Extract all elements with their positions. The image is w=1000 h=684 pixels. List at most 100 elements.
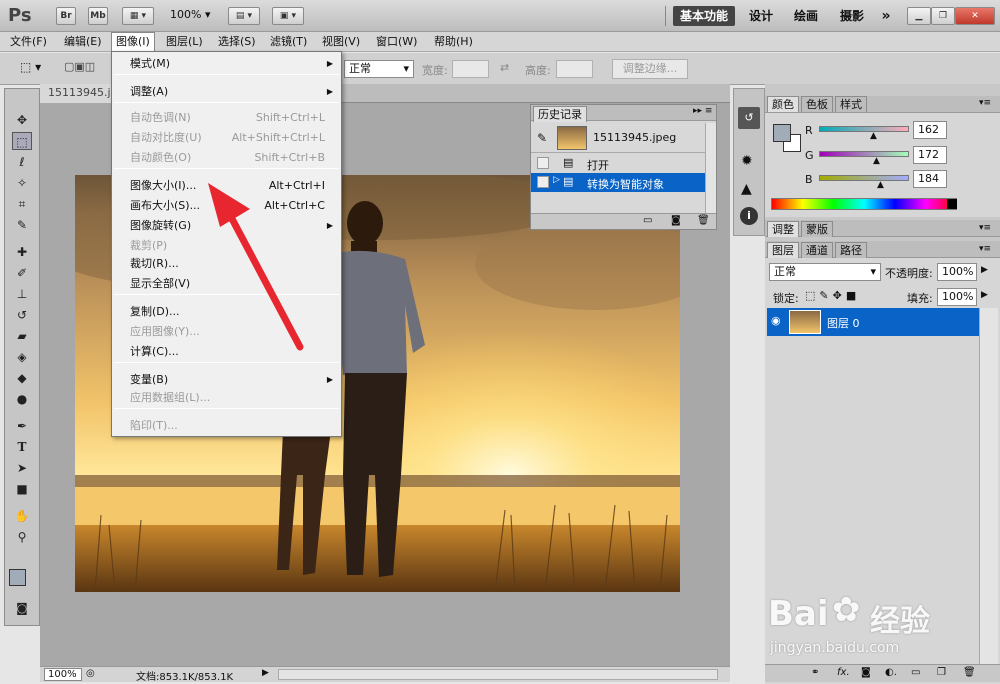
close-button[interactable]: ✕ (955, 7, 995, 25)
fg-color-chip[interactable] (773, 124, 791, 142)
brush-tool-icon[interactable]: ✐ (12, 264, 32, 282)
fill-field[interactable]: 100% (937, 288, 977, 306)
delete-state-icon[interactable]: 🗑 (697, 215, 710, 226)
zoom-tool-icon[interactable]: ⚲ (12, 528, 32, 546)
document-tab[interactable]: 15113945.jpe (40, 84, 124, 103)
tab-paths[interactable]: 路径 (835, 242, 867, 258)
refine-edge-button[interactable]: 调整边缘... (612, 59, 688, 79)
selection-mode-icons[interactable]: ▢▣◫ (64, 60, 112, 76)
new-snapshot-icon[interactable]: ◙ (671, 215, 681, 226)
tab-adjustments[interactable]: 调整 (767, 221, 799, 237)
b-slider[interactable] (819, 175, 909, 181)
menu-view[interactable]: 视图(V) (318, 32, 364, 52)
crop-tool-icon[interactable]: ⌗ (12, 195, 32, 213)
workspace-design[interactable]: 设计 (742, 6, 780, 26)
history-step-open[interactable]: ▤ 打开 (531, 154, 716, 173)
image-menu-item[interactable]: 变量(B) ▶ (112, 370, 341, 389)
layer-row[interactable]: ◉ 图层 0 (767, 308, 979, 336)
type-tool-icon[interactable]: T (12, 438, 32, 456)
g-slider[interactable] (819, 151, 909, 157)
layer-mask-icon[interactable]: ◙ (861, 667, 871, 678)
image-menu-item[interactable]: 调整(A) ▶ (112, 82, 341, 101)
horizontal-scrollbar[interactable] (278, 669, 718, 680)
foreground-color-swatch[interactable] (9, 569, 26, 586)
layers-panel-menu-icon[interactable]: ▾≡ (979, 244, 991, 254)
delete-layer-icon[interactable]: 🗑 (963, 667, 976, 678)
g-value-field[interactable]: 172 (913, 146, 947, 164)
b-slider-thumb[interactable]: ▲ (877, 180, 884, 190)
marquee-tool-preset-icon[interactable]: ⬚ ▾ (20, 60, 48, 76)
status-info-icon[interactable]: ◎ (86, 668, 95, 679)
path-select-icon[interactable]: ➤ (12, 459, 32, 477)
new-layer-icon[interactable]: ❐ (937, 667, 946, 678)
status-zoom-field[interactable]: 100% (44, 668, 82, 681)
history-panel-menu-icon[interactable]: ▸▸ ≡ (693, 106, 712, 116)
healing-brush-icon[interactable]: ✚ (12, 243, 32, 261)
menu-help[interactable]: 帮助(H) (430, 32, 477, 52)
style-dropdown[interactable]: 正常 ▾ (344, 60, 414, 78)
menu-layer[interactable]: 图层(L) (162, 32, 207, 52)
workspace-essentials[interactable]: 基本功能 (673, 6, 735, 26)
stamp-tool-icon[interactable]: ⊥ (12, 285, 32, 303)
menu-select[interactable]: 选择(S) (214, 32, 260, 52)
link-layers-icon[interactable]: ⚭ (811, 667, 819, 678)
minimize-button[interactable]: ▁ (907, 7, 931, 25)
adjustment-layer-icon[interactable]: ◐. (885, 667, 897, 678)
history-scrollbar[interactable] (705, 123, 716, 213)
history-step-convert[interactable]: ▷ ▤ 转换为智能对象 (531, 173, 716, 192)
navigator-dock-icon[interactable]: ✹ (741, 153, 753, 169)
marquee-tool-icon[interactable]: ⬚ (12, 132, 32, 150)
menu-window[interactable]: 窗口(W) (372, 32, 421, 52)
width-field[interactable] (452, 60, 489, 78)
tab-color[interactable]: 颜色 (767, 96, 799, 112)
workspace-photography[interactable]: 摄影 (832, 6, 872, 26)
eyedropper-icon[interactable]: ✎ (12, 216, 32, 234)
dodge-tool-icon[interactable]: ● (12, 390, 32, 408)
layers-scrollbar[interactable] (979, 308, 998, 664)
blur-tool-icon[interactable]: ◆ (12, 369, 32, 387)
pen-tool-icon[interactable]: ✒ (12, 417, 32, 435)
adjust-panel-menu-icon[interactable]: ▾≡ (979, 223, 991, 233)
tab-styles[interactable]: 样式 (835, 96, 867, 112)
history-step-checkbox[interactable] (537, 176, 549, 188)
image-menu-item[interactable]: 模式(M) ▶ (112, 54, 341, 73)
color-spectrum-bar[interactable] (771, 198, 957, 210)
history-snapshot-row[interactable]: ✎ 15113945.jpeg (531, 123, 716, 153)
quick-mask-icon[interactable]: ◙ (12, 599, 32, 617)
maximize-button[interactable]: ❐ (931, 7, 955, 25)
opacity-field[interactable]: 100% (937, 263, 977, 281)
menu-filter[interactable]: 滤镜(T) (266, 32, 311, 52)
layer-style-icon[interactable]: fx. (837, 667, 850, 678)
bridge-button[interactable]: Br (56, 7, 76, 25)
mini-bridge-button[interactable]: Mb (88, 7, 108, 25)
new-document-from-state-icon[interactable]: ▭ (643, 215, 652, 226)
history-dock-icon[interactable]: ↺ (738, 107, 760, 129)
tab-channels[interactable]: 通道 (801, 242, 833, 258)
tab-swatches[interactable]: 色板 (801, 96, 833, 112)
height-field[interactable] (556, 60, 593, 78)
r-slider-thumb[interactable]: ▲ (870, 131, 877, 141)
histogram-dock-icon[interactable]: ▲ (741, 181, 752, 197)
menu-image[interactable]: 图像(I) (111, 32, 155, 52)
status-menu-arrow-icon[interactable]: ▶ (262, 668, 269, 678)
view-extras-button[interactable]: ▦ ▾ (122, 7, 154, 25)
lock-icons[interactable]: ⬚✎✥■ (805, 289, 860, 302)
r-slider[interactable] (819, 126, 909, 132)
b-value-field[interactable]: 184 (913, 170, 947, 188)
menu-file[interactable]: 文件(F) (6, 32, 51, 52)
fill-arrow-icon[interactable]: ▶ (981, 290, 988, 300)
screen-mode-button[interactable]: ▣ ▾ (272, 7, 304, 25)
paint-bucket-icon[interactable]: ◈ (12, 348, 32, 366)
tab-layers[interactable]: 图层 (767, 242, 799, 258)
swap-icon[interactable]: ⇄ (500, 61, 509, 74)
shape-tool-icon[interactable]: ■ (12, 480, 32, 498)
hand-tool-icon[interactable]: ✋ (12, 507, 32, 525)
tab-masks[interactable]: 蒙版 (801, 221, 833, 237)
history-brush-icon[interactable]: ↺ (12, 306, 32, 324)
r-value-field[interactable]: 162 (913, 121, 947, 139)
menu-edit[interactable]: 编辑(E) (60, 32, 106, 52)
workspace-painting[interactable]: 绘画 (786, 6, 826, 26)
history-step-checkbox[interactable] (537, 157, 549, 169)
g-slider-thumb[interactable]: ▲ (873, 156, 880, 166)
more-workspaces-button[interactable]: » (876, 6, 896, 26)
